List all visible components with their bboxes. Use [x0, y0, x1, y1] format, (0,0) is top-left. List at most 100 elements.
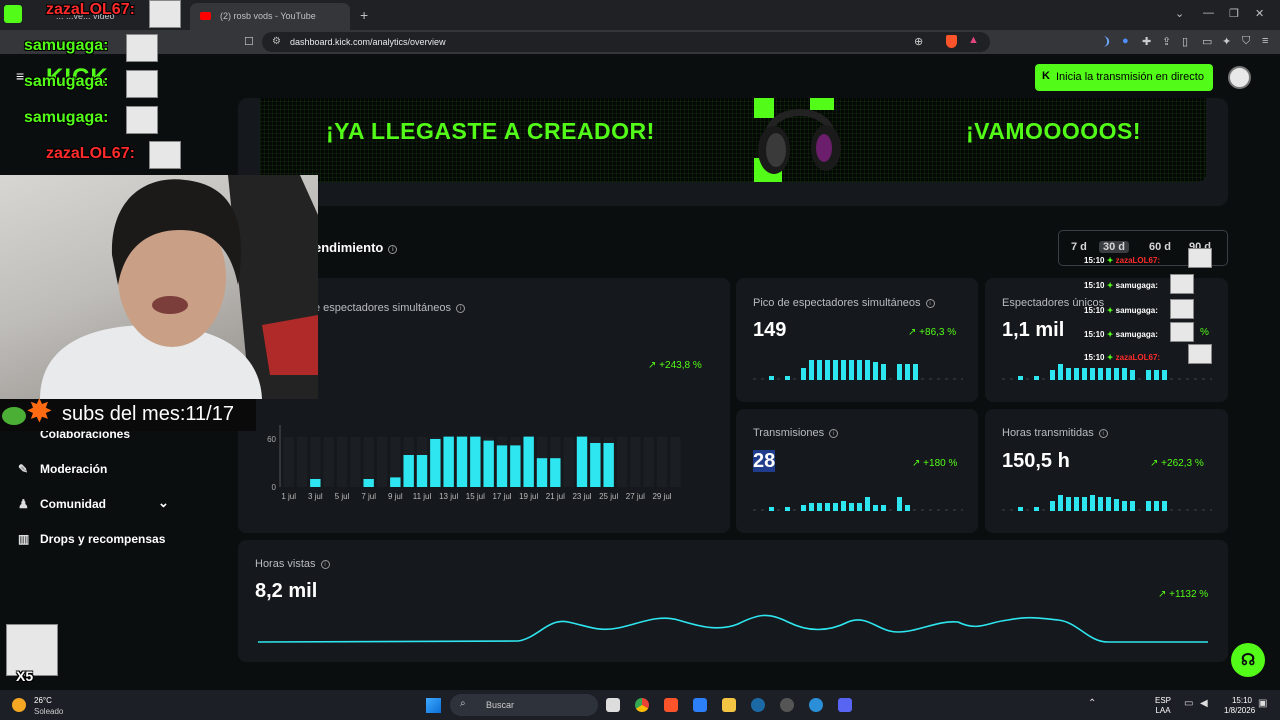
- lang-indicator[interactable]: ESP LAA: [1155, 696, 1171, 716]
- zoom-icon[interactable]: ⊕: [914, 35, 923, 48]
- card-label-text: Horas vistas: [255, 558, 316, 570]
- spark-bar: [1130, 370, 1135, 380]
- bar: [456, 436, 468, 487]
- tray-overflow-icon[interactable]: ⌃: [1088, 698, 1096, 709]
- bar-background: [656, 437, 668, 487]
- weather-desc: Soleado: [34, 707, 64, 716]
- bar: [483, 440, 494, 487]
- sidebar-item-moderacion[interactable]: ✎ Moderación: [18, 462, 107, 476]
- info-icon[interactable]: i: [829, 429, 839, 438]
- shield-icon[interactable]: ⛉: [1242, 35, 1250, 48]
- right-chat-overlay: 15:10 ✦ zazaLOL67: 15:10 ✦ samugaga: 15:…: [1080, 236, 1215, 366]
- support-chat-button[interactable]: ☊: [1231, 643, 1265, 677]
- bar-background: [643, 437, 654, 487]
- app-icon[interactable]: [780, 698, 794, 712]
- chat-username: zazaLOL67:: [46, 1, 135, 18]
- tab-search-icon[interactable]: ⌄: [1175, 7, 1184, 20]
- chat-username: samugaga:: [1115, 330, 1158, 339]
- close-icon[interactable]: ✕: [1255, 7, 1264, 20]
- tab-youtube[interactable]: (2) rosb vods - YouTube: [190, 3, 350, 30]
- spark-bar: [1130, 501, 1135, 511]
- creator-banner: ¡YA LLEGASTE A CREADOR! ¡VAMOOOOOS!: [260, 98, 1206, 182]
- streams-sparkline: [753, 497, 963, 511]
- sidebar-item-comunidad[interactable]: ♟ Comunidad ⌄: [18, 495, 178, 511]
- meme-emote: [126, 34, 158, 62]
- chat-time: 15:10: [1084, 353, 1105, 362]
- peak-viewers-sparkline: [753, 360, 963, 380]
- steam-icon[interactable]: [751, 698, 765, 712]
- spark-bar: [849, 360, 854, 380]
- change-text: +1132 %: [1169, 589, 1209, 600]
- wallet-icon[interactable]: ▭: [1202, 35, 1212, 48]
- info-icon[interactable]: i: [1098, 429, 1108, 438]
- address-bar[interactable]: ⚙ dashboard.kick.com/analytics/overview …: [262, 32, 990, 52]
- spark-bar: [1170, 509, 1173, 511]
- refresh-app-icon[interactable]: [809, 698, 823, 712]
- menu-icon[interactable]: ≡: [1262, 35, 1268, 47]
- new-tab-button[interactable]: +: [360, 7, 368, 23]
- trend-up-icon: ↗: [1158, 589, 1170, 600]
- bar-background: [563, 437, 574, 487]
- sidebar-item-drops[interactable]: ▥ Drops y recompensas: [18, 532, 165, 546]
- hours-streamed-card: Horas transmitidas i 150,5 h ↗ +262,3 %: [985, 409, 1228, 533]
- url-text: dashboard.kick.com/analytics/overview: [290, 37, 446, 47]
- chat-username: samugaga:: [1115, 306, 1158, 315]
- chat-username: samugaga:: [24, 73, 109, 90]
- info-icon[interactable]: i: [320, 560, 330, 569]
- minimize-icon[interactable]: —: [1203, 7, 1214, 19]
- brave-icon[interactable]: [664, 698, 678, 712]
- bar: [603, 443, 614, 487]
- chat-row: 15:10 ✦ samugaga:: [1084, 306, 1158, 315]
- start-icon[interactable]: [426, 698, 441, 713]
- start-stream-button[interactable]: K Inicia la transmisión en directo: [1035, 64, 1213, 91]
- chat-row: 15:10 ✦ samugaga:: [1084, 281, 1158, 290]
- bookmark-icon[interactable]: ☐: [244, 35, 254, 48]
- chat-time: 15:10: [1084, 256, 1105, 265]
- volume-icon[interactable]: ◀: [1200, 698, 1208, 709]
- spark-bar: [1186, 378, 1189, 380]
- file-explorer-icon[interactable]: [722, 698, 736, 712]
- maximize-icon[interactable]: ❐: [1229, 7, 1239, 20]
- spark-bar: [929, 378, 932, 380]
- clock[interactable]: 15:10 1/8/2026: [1224, 696, 1255, 716]
- spark-bar: [929, 509, 932, 511]
- task-view-icon[interactable]: [606, 698, 620, 712]
- vpn-icon[interactable]: ●: [1122, 35, 1129, 47]
- speech-icon[interactable]: ❩: [1102, 35, 1111, 48]
- banner-left-text: ¡YA LLEGASTE A CREADOR!: [326, 118, 655, 144]
- site-info-icon[interactable]: ⚙: [272, 36, 281, 47]
- rewards-icon[interactable]: ▲: [968, 34, 979, 46]
- network-icon[interactable]: ▭: [1184, 698, 1193, 709]
- taskbar-search[interactable]: ⌕ Buscar: [450, 694, 598, 716]
- spark-bar: [1082, 497, 1087, 511]
- spark-bar: [825, 503, 830, 511]
- x-tick-label: 29 jul: [652, 492, 671, 501]
- ai-icon[interactable]: ✦: [1222, 35, 1231, 48]
- spark-bar: [1162, 501, 1167, 511]
- notification-icon[interactable]: ▣: [1258, 698, 1267, 709]
- kick-k-icon: K: [1042, 70, 1050, 82]
- x-tick-label: 3 jul: [308, 492, 323, 501]
- brave-shield-icon[interactable]: [946, 35, 957, 48]
- spark-bar: [1082, 368, 1087, 380]
- store-icon[interactable]: [693, 698, 707, 712]
- info-icon[interactable]: i: [388, 245, 398, 254]
- discord-icon[interactable]: [838, 698, 852, 712]
- hours-streamed-sparkline: [1002, 495, 1212, 511]
- spark-bar: [1194, 378, 1197, 380]
- chat-row: 15:10 ✦ samugaga:: [1084, 330, 1158, 339]
- info-icon[interactable]: i: [455, 304, 465, 313]
- spark-bar: [913, 509, 916, 511]
- spark-bar: [1074, 497, 1079, 511]
- share-icon[interactable]: ⇪: [1162, 35, 1171, 48]
- user-avatar[interactable]: [1228, 66, 1251, 89]
- extensions-icon[interactable]: ✚: [1142, 35, 1151, 48]
- change-text: +180 %: [923, 458, 958, 469]
- bar: [550, 458, 561, 487]
- chevron-down-icon[interactable]: ⌄: [158, 495, 169, 511]
- chrome-icon[interactable]: [635, 698, 649, 712]
- info-icon[interactable]: i: [925, 299, 935, 308]
- sidebar-toggle-icon[interactable]: ▯: [1182, 35, 1188, 48]
- weather-sun-icon[interactable]: [12, 698, 26, 712]
- peak-viewers-value: 149: [753, 319, 787, 341]
